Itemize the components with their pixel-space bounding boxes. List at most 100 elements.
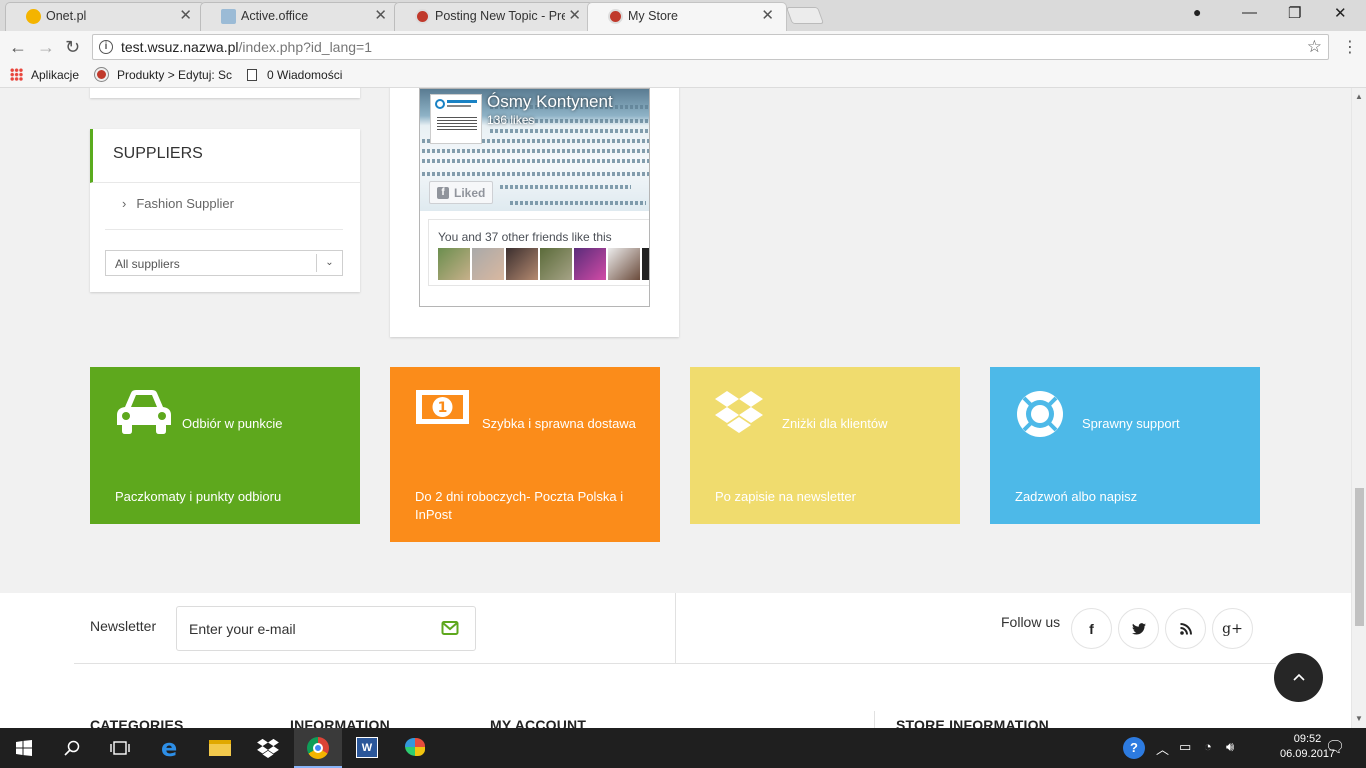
- avatar[interactable]: [608, 248, 640, 280]
- suppliers-select[interactable]: All suppliers ⌄: [105, 250, 343, 276]
- forward-arrow-icon[interactable]: →: [37, 37, 55, 58]
- help-icon[interactable]: ?: [1123, 737, 1145, 759]
- money-icon: 1: [415, 389, 470, 430]
- avatar[interactable]: [574, 248, 606, 280]
- reload-icon[interactable]: ↻: [65, 37, 80, 58]
- tab-close-icon[interactable]: ✕: [568, 3, 581, 29]
- windows-taskbar: e W ? ︿ ▭ ◔ 🔊︎ 09:52 06.09.2017 🗨︎: [0, 728, 1366, 768]
- feature-description: Do 2 dni roboczych- Poczta Polska i InPo…: [415, 489, 624, 522]
- bookmarks-bar: Aplikacje Produkty > Edytuj: Sc 0 Wiadom…: [0, 63, 1366, 88]
- tab-close-icon[interactable]: ✕: [179, 3, 192, 29]
- notifications-icon[interactable]: 🗨︎: [1325, 737, 1345, 757]
- avatar[interactable]: [506, 248, 538, 280]
- tab-title: Onet.pl: [46, 9, 87, 23]
- facebook-page-name[interactable]: Ósmy Kontynent: [487, 92, 613, 112]
- menu-icon[interactable]: ⋮: [1342, 37, 1358, 57]
- feature-card-discounts: Zniżki dla klientów Po zapisie na newsle…: [690, 367, 960, 524]
- footer-heading-categories: CATEGORIES: [90, 717, 184, 728]
- dropbox-icon[interactable]: [244, 728, 292, 768]
- search-icon[interactable]: [48, 728, 96, 768]
- twitter-icon[interactable]: [1118, 608, 1159, 649]
- google-plus-icon[interactable]: g+: [1212, 608, 1253, 649]
- maximize-button[interactable]: ❐: [1288, 4, 1301, 22]
- facebook-icon: f: [437, 187, 449, 199]
- feature-card-support: Sprawny support Zadzwoń albo napisz: [990, 367, 1260, 524]
- feature-title: Zniżki dla klientów: [782, 416, 888, 431]
- wifi-icon[interactable]: ◔: [1204, 739, 1212, 754]
- tab-close-icon[interactable]: ✕: [374, 3, 387, 29]
- minimize-button[interactable]: —: [1242, 4, 1257, 21]
- bookmark-wiadomosci[interactable]: 0 Wiadomości: [247, 68, 342, 82]
- supplier-link-fashion[interactable]: › Fashion Supplier: [122, 196, 234, 211]
- page-content: SUPPLIERS › Fashion Supplier All supplier…: [0, 88, 1351, 728]
- facebook-icon[interactable]: f: [1071, 608, 1112, 649]
- word-icon[interactable]: W: [343, 728, 391, 768]
- close-window-button[interactable]: ✕: [1334, 4, 1347, 22]
- envelope-send-icon[interactable]: [441, 619, 459, 637]
- facebook-liked-button[interactable]: f Liked: [429, 181, 493, 204]
- info-icon[interactable]: i: [99, 40, 113, 54]
- battery-icon[interactable]: ▭: [1179, 739, 1191, 755]
- url-host: test.wsuz.nazwa.pl: [121, 39, 239, 55]
- url-path: /index.php?id_lang=1: [238, 39, 373, 55]
- scroll-up-icon[interactable]: ▲: [1355, 92, 1363, 101]
- tab-title: Active.office: [241, 9, 309, 23]
- osmy-kontynent-logo: [430, 94, 482, 144]
- avatar[interactable]: [540, 248, 572, 280]
- apps-grid-icon: [10, 68, 23, 81]
- facebook-friend-avatars: [438, 248, 649, 280]
- feature-title: Sprawny support: [1082, 416, 1180, 431]
- new-tab-button[interactable]: [785, 7, 825, 24]
- facebook-likes-count: 136 likes: [487, 113, 535, 127]
- tab-my-store[interactable]: My Store ✕: [587, 2, 787, 32]
- divider: [874, 711, 875, 728]
- paint-icon[interactable]: [391, 728, 439, 768]
- feature-description: Po zapisie na newsletter: [715, 489, 856, 504]
- rss-icon[interactable]: [1165, 608, 1206, 649]
- start-button[interactable]: [0, 728, 48, 768]
- volume-icon[interactable]: 🔊︎: [1226, 739, 1234, 755]
- bookmark-produkty[interactable]: Produkty > Edytuj: Sc: [95, 68, 232, 82]
- feature-description: Zadzwoń albo napisz: [1015, 489, 1138, 504]
- lifebuoy-icon: [1015, 389, 1065, 444]
- edge-icon[interactable]: e: [147, 728, 195, 768]
- file-explorer-icon[interactable]: [195, 728, 243, 768]
- tab-posting-new-topic[interactable]: Posting New Topic - Pres ✕: [394, 2, 594, 31]
- page-scrollbar[interactable]: ▲ ▼: [1351, 88, 1366, 728]
- bookmark-apps[interactable]: Aplikacje: [10, 68, 79, 82]
- categories-card: [90, 88, 360, 98]
- scroll-down-icon[interactable]: ▼: [1355, 714, 1363, 723]
- dropbox-icon: [715, 389, 763, 438]
- prestashop-favicon-icon: [608, 9, 623, 24]
- prestashop-favicon-icon: [415, 9, 430, 24]
- address-bar[interactable]: i test.wsuz.nazwa.pl/index.php?id_lang=1…: [92, 34, 1329, 60]
- chevron-up-icon[interactable]: ︿: [1156, 739, 1169, 758]
- back-to-top-button[interactable]: [1274, 653, 1323, 702]
- tab-close-icon[interactable]: ✕: [761, 3, 774, 29]
- tab-active-office[interactable]: Active.office ✕: [200, 2, 400, 31]
- feature-title: Odbiór w punkcie: [182, 416, 283, 431]
- feature-title: Szybka i sprawna dostawa: [482, 416, 636, 431]
- browser-toolbar: ← → ↻ i test.wsuz.nazwa.pl/index.php?id_…: [0, 31, 1366, 63]
- avatar[interactable]: [642, 248, 649, 280]
- tab-strip: Onet.pl ✕ Active.office ✕ Posting New To…: [0, 0, 1366, 32]
- avatar[interactable]: [438, 248, 470, 280]
- task-view-icon[interactable]: [96, 728, 144, 768]
- bookmark-star-icon[interactable]: ☆: [1307, 35, 1322, 59]
- chrome-icon[interactable]: [294, 728, 342, 768]
- back-arrow-icon[interactable]: ←: [9, 37, 27, 58]
- profile-icon[interactable]: ●: [1193, 4, 1201, 20]
- footer-heading-my-account: MY ACCOUNT: [490, 717, 587, 728]
- tab-onet[interactable]: Onet.pl ✕: [5, 2, 205, 31]
- feature-description: Paczkomaty i punkty odbioru: [115, 489, 282, 504]
- scrollbar-thumb[interactable]: [1355, 488, 1364, 626]
- tab-title: My Store: [628, 9, 679, 23]
- chevron-right-icon: ›: [122, 196, 127, 211]
- divider: [74, 663, 1276, 664]
- divider: [105, 229, 343, 230]
- avatar[interactable]: [472, 248, 504, 280]
- facebook-friends-text: You and 37 other friends like this: [438, 230, 612, 244]
- newsletter-label: Newsletter: [90, 618, 157, 634]
- divider: [675, 593, 676, 663]
- newsletter-email-input[interactable]: Enter your e-mail: [176, 606, 476, 651]
